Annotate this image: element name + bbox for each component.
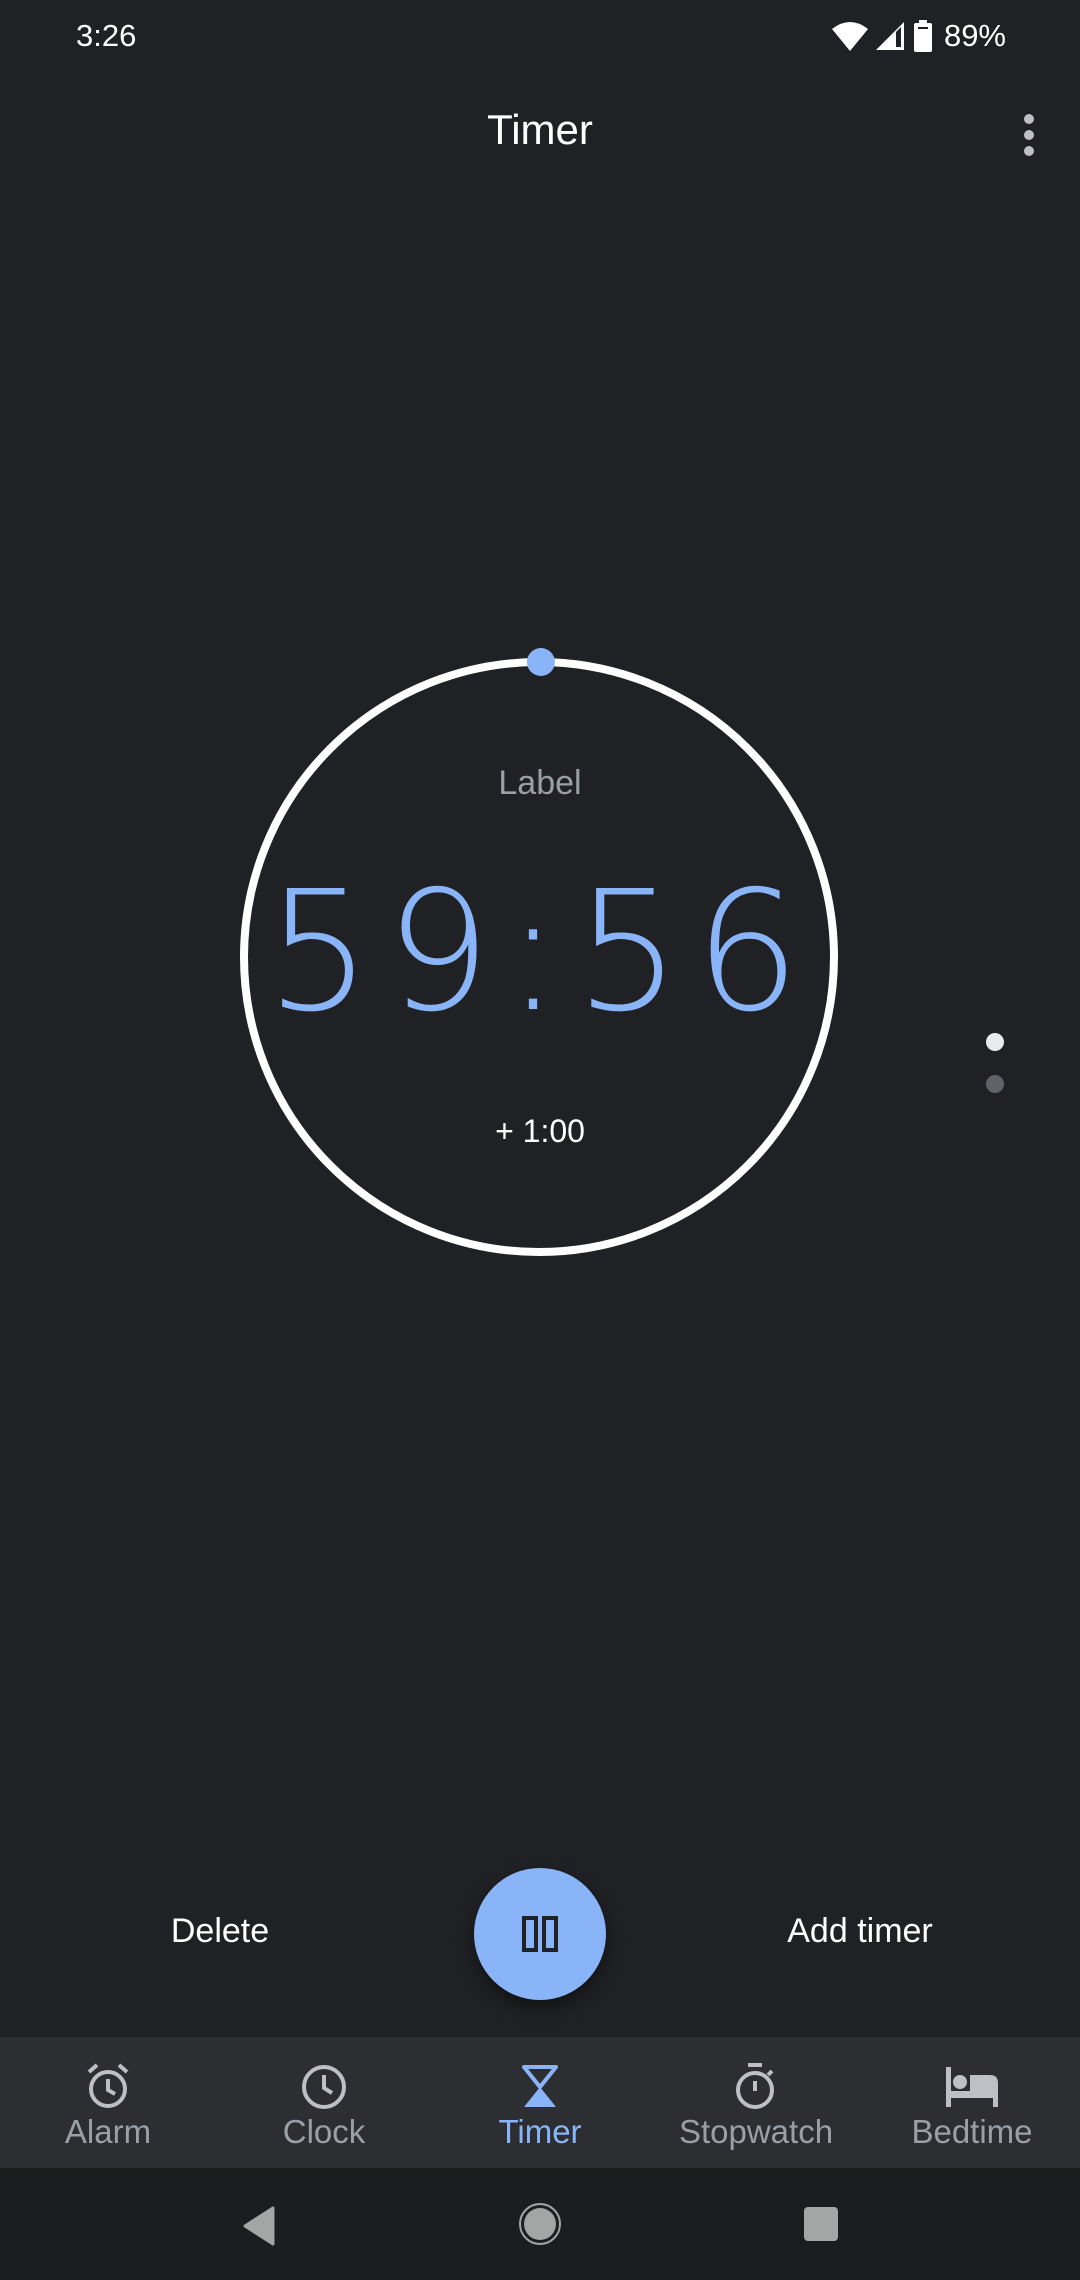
timer-remaining-time: 59:56 — [265, 856, 815, 1049]
more-vert-icon-dot — [1024, 114, 1034, 124]
tab-label: Clock — [282, 2113, 366, 2150]
more-vert-icon-dot — [1024, 146, 1034, 156]
delete-button[interactable]: Delete — [140, 1912, 300, 1951]
timer-progress-handle — [526, 648, 555, 676]
pause-button[interactable] — [474, 1868, 606, 2000]
cell-signal-icon — [875, 22, 904, 50]
tab-label: Timer — [498, 2113, 582, 2150]
tab-label: Stopwatch — [678, 2113, 834, 2150]
pause-icon — [522, 1916, 558, 1952]
wifi-icon — [831, 22, 868, 51]
alarm-icon — [87, 2063, 129, 2108]
bed-icon — [946, 2067, 998, 2107]
status-icons: 89% — [831, 16, 1006, 56]
clock-icon — [302, 2065, 346, 2109]
tab-stopwatch[interactable]: Stopwatch — [648, 2037, 864, 2168]
back-icon[interactable] — [242, 2206, 276, 2246]
battery-icon — [913, 20, 932, 52]
add-timer-button[interactable]: Add timer — [760, 1912, 960, 1951]
battery-percent: 89% — [943, 18, 1006, 53]
more-vert-icon-dot — [1024, 130, 1034, 140]
tab-timer[interactable]: Timer — [432, 2037, 648, 2168]
page-indicator-dot-active — [986, 1033, 1004, 1051]
timer-label-button[interactable]: Label — [0, 764, 1080, 803]
page-indicator-dot — [986, 1075, 1004, 1093]
page-title: Timer — [487, 106, 593, 153]
tab-alarm[interactable]: Alarm — [0, 2037, 216, 2168]
stopwatch-icon — [736, 2063, 774, 2109]
tab-bedtime[interactable]: Bedtime — [864, 2037, 1080, 2168]
bottom-tab-bar: Alarm Clock Timer Stopwatch Bedtime — [0, 2037, 1080, 2168]
hourglass-icon — [522, 2065, 558, 2107]
tab-label: Alarm — [64, 2113, 152, 2150]
status-time: 3:26 — [76, 18, 137, 53]
home-icon[interactable] — [518, 2202, 562, 2246]
more-options-button[interactable] — [1006, 108, 1052, 162]
recents-icon[interactable] — [803, 2206, 839, 2242]
add-one-minute-button[interactable]: + 1:00 — [0, 1113, 1080, 1150]
system-navigation-bar — [0, 2168, 1080, 2280]
tab-clock[interactable]: Clock — [216, 2037, 432, 2168]
tab-label: Bedtime — [911, 2113, 1033, 2150]
